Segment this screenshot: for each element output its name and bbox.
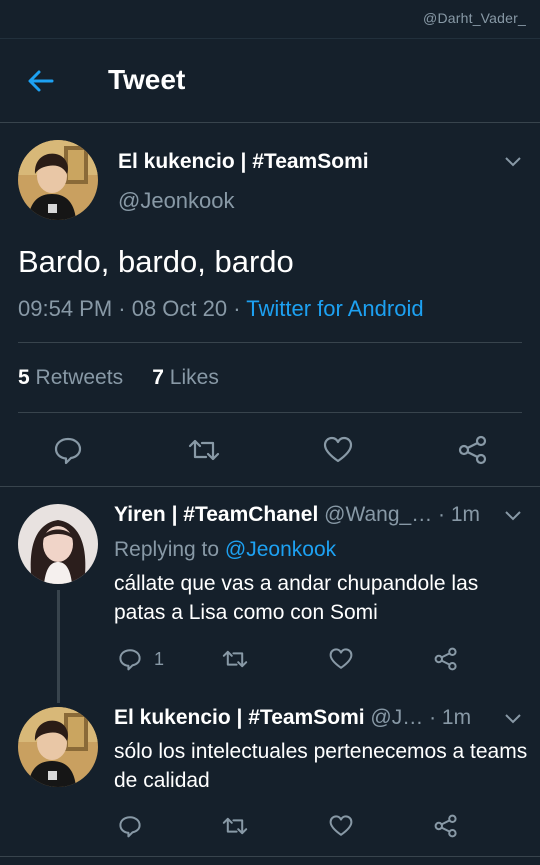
header-divider — [0, 122, 540, 123]
avatar[interactable] — [18, 140, 98, 220]
reply-author-handle[interactable]: @Wang_… — [324, 503, 432, 526]
reply-header: Yiren | #TeamChanel @Wang_… · 1m — [114, 503, 480, 527]
share-icon — [458, 435, 487, 465]
avatar-image — [18, 504, 98, 584]
avatar-image — [18, 707, 98, 787]
reply-icon — [54, 437, 82, 465]
reply-options-button[interactable] — [504, 509, 522, 527]
tweet-text: Bardo, bardo, bardo — [18, 244, 294, 279]
replying-to-link[interactable]: @Jeonkook — [225, 538, 336, 561]
likes-count: 7 — [152, 366, 164, 389]
page-title: Tweet — [108, 64, 186, 95]
retweet-button[interactable] — [188, 435, 220, 465]
retweets-count: 5 — [18, 366, 30, 389]
reply-button[interactable] — [53, 435, 83, 465]
avatar-image — [18, 140, 98, 220]
author-name[interactable]: El kukencio | #TeamSomi — [118, 150, 369, 174]
like-button[interactable] — [323, 435, 353, 465]
reply-author-handle[interactable]: @J… — [370, 706, 423, 729]
retweet-icon — [222, 817, 248, 835]
avatar[interactable] — [18, 707, 98, 787]
share-icon — [434, 647, 457, 671]
arrow-left-icon — [28, 70, 54, 92]
reply-icon — [119, 816, 141, 838]
status-divider — [0, 38, 540, 39]
reply-timestamp: · 1m — [438, 503, 481, 526]
reply-text: cállate que vas a andar chupandole las p… — [114, 572, 479, 624]
share-button[interactable] — [458, 435, 488, 465]
tweet-timestamp: 09:54 PM · 08 Oct 20 · — [18, 296, 241, 321]
divider — [18, 412, 522, 413]
retweet-icon — [188, 439, 220, 461]
chevron-down-icon — [505, 157, 521, 167]
heart-icon — [329, 815, 353, 836]
chevron-down-icon — [505, 511, 521, 521]
heart-icon — [323, 436, 353, 463]
watermark: @Darht_Vader_ — [423, 10, 526, 26]
tweet-meta: 09:54 PM · 08 Oct 20 · Twitter for Andro… — [18, 296, 424, 322]
reply-icon — [119, 649, 141, 671]
reply-options-button[interactable] — [504, 712, 522, 730]
likes-stat[interactable]: 7 Likes — [152, 366, 219, 389]
avatar[interactable] — [18, 504, 98, 584]
reply-header: El kukencio | #TeamSomi @J… · 1m — [114, 706, 471, 730]
likes-label: Likes — [169, 366, 219, 389]
share-button[interactable] — [434, 814, 458, 838]
share-icon — [434, 814, 457, 838]
reply-timestamp: · 1m — [429, 706, 472, 729]
retweet-icon — [222, 650, 248, 668]
tweet-options-button[interactable] — [504, 155, 522, 173]
like-button[interactable] — [329, 647, 353, 671]
replying-to-label: Replying to — [114, 538, 220, 561]
thread-line — [57, 590, 60, 703]
like-button[interactable] — [329, 814, 353, 838]
retweet-button[interactable] — [222, 647, 248, 671]
reply-author-name[interactable]: Yiren | #TeamChanel — [114, 503, 318, 526]
tweet-divider — [0, 486, 540, 487]
reply-button[interactable] — [118, 814, 142, 838]
reply-author-name[interactable]: El kukencio | #TeamSomi — [114, 706, 365, 729]
divider — [18, 342, 522, 343]
retweets-label: Retweets — [35, 366, 124, 389]
back-button[interactable] — [24, 64, 58, 98]
chevron-down-icon — [505, 714, 521, 724]
tweet-source-link[interactable]: Twitter for Android — [246, 296, 423, 321]
tweet-divider — [0, 856, 540, 857]
replying-to: Replying to @Jeonkook — [114, 535, 336, 564]
author-handle[interactable]: @Jeonkook — [118, 188, 235, 214]
retweets-stat[interactable]: 5 Retweets — [18, 366, 123, 389]
retweet-button[interactable] — [222, 814, 248, 838]
reply-count: 1 — [154, 648, 165, 669]
reply-text: sólo los intelectuales pertenecemos a te… — [114, 740, 528, 792]
heart-icon — [329, 648, 353, 669]
reply-button[interactable]: 1 — [118, 647, 164, 671]
share-button[interactable] — [434, 647, 458, 671]
engagement-counts: 5 Retweets 7 Likes — [18, 366, 219, 390]
